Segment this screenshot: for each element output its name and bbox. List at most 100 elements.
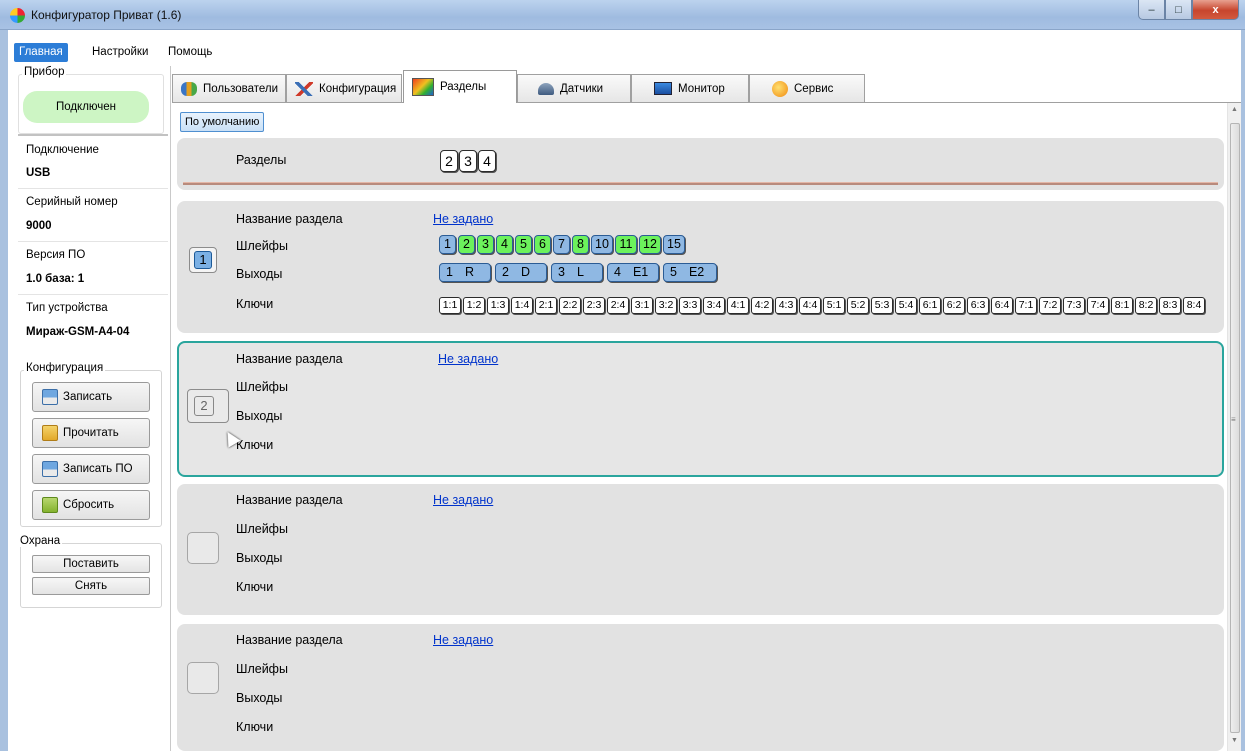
key-chip-4-4[interactable]: 4:4 [799, 297, 821, 314]
key-chip-3-3[interactable]: 3:3 [679, 297, 701, 314]
loop-chip-11[interactable]: 11 [615, 235, 637, 254]
section-toggle-2[interactable]: 2 [440, 150, 458, 172]
key-chip-4-1[interactable]: 4:1 [727, 297, 749, 314]
outputs-label: Выходы [236, 551, 283, 565]
key-chip-8-3[interactable]: 8:3 [1159, 297, 1181, 314]
menu-bar: Главная Настройки Помощь [8, 30, 1241, 64]
scroll-up-icon[interactable]: ▲ [1231, 106, 1238, 113]
tab-service[interactable]: Сервис [749, 74, 865, 102]
key-chip-5-2[interactable]: 5:2 [847, 297, 869, 314]
key-chip-4-3[interactable]: 4:3 [775, 297, 797, 314]
output-number: 2 [502, 265, 509, 279]
write-button[interactable]: Записать [32, 382, 150, 412]
output-chip-4[interactable]: 4 E1 [607, 263, 659, 282]
read-button[interactable]: Прочитать [32, 418, 150, 448]
section-panel-4: Название раздела Не задано Шлейфы Выходы… [177, 624, 1224, 751]
section-name-link[interactable]: Не задано [433, 633, 493, 647]
key-chip-6-3[interactable]: 6:3 [967, 297, 989, 314]
arm-button[interactable]: Поставить [32, 555, 150, 573]
tab-users[interactable]: Пользователи [172, 74, 286, 102]
key-chip-6-1[interactable]: 6:1 [919, 297, 941, 314]
output-chip-1[interactable]: 1R [439, 263, 491, 282]
loop-chip-3[interactable]: 3 [477, 235, 494, 254]
key-chip-8-4[interactable]: 8:4 [1183, 297, 1205, 314]
key-chip-2-2[interactable]: 2:2 [559, 297, 581, 314]
menu-main[interactable]: Главная [14, 43, 68, 62]
loop-chip-5[interactable]: 5 [515, 235, 532, 254]
divider [18, 188, 168, 189]
output-chip-5[interactable]: 5 E2 [663, 263, 717, 282]
section-panel-2[interactable]: 2 Название раздела Не задано Шлейфы Выхо… [177, 341, 1224, 477]
key-chip-3-2[interactable]: 3:2 [655, 297, 677, 314]
output-chip-2[interactable]: 2D [495, 263, 547, 282]
section-number-3[interactable] [187, 532, 219, 564]
maximize-button[interactable]: □ [1165, 0, 1192, 20]
loop-chip-1[interactable]: 1 [439, 235, 456, 254]
sections-label: Разделы [236, 153, 287, 167]
loop-chip-7[interactable]: 7 [553, 235, 570, 254]
close-button[interactable]: x [1192, 0, 1239, 20]
loop-chip-8[interactable]: 8 [572, 235, 589, 254]
key-chip-4-2[interactable]: 4:2 [751, 297, 773, 314]
output-chip-3[interactable]: 3L [551, 263, 603, 282]
key-chip-3-4[interactable]: 3:4 [703, 297, 725, 314]
key-chip-1-3[interactable]: 1:3 [487, 297, 509, 314]
section-number-1[interactable]: 1 [189, 247, 217, 273]
key-chip-7-1[interactable]: 7:1 [1015, 297, 1037, 314]
default-button[interactable]: По умолчанию [180, 112, 265, 132]
section-name-label: Название раздела [236, 493, 343, 507]
reset-button[interactable]: Сбросить [32, 490, 150, 520]
minimize-button[interactable]: – [1138, 0, 1165, 20]
scrollbar-thumb[interactable] [1230, 123, 1240, 733]
tab-configuration[interactable]: Конфигурация [286, 74, 402, 102]
loops-label: Шлейфы [236, 662, 288, 676]
loop-chip-10[interactable]: 10 [591, 235, 613, 254]
key-chip-3-1[interactable]: 3:1 [631, 297, 653, 314]
key-chip-7-3[interactable]: 7:3 [1063, 297, 1085, 314]
key-chip-5-1[interactable]: 5:1 [823, 297, 845, 314]
key-chip-7-2[interactable]: 7:2 [1039, 297, 1061, 314]
divider [18, 294, 168, 295]
divider [18, 134, 168, 136]
key-chip-8-1[interactable]: 8:1 [1111, 297, 1133, 314]
sections-header-panel: Разделы 2 3 4 [177, 138, 1224, 190]
loop-chip-6[interactable]: 6 [534, 235, 551, 254]
loop-chip-15[interactable]: 15 [663, 235, 685, 254]
loop-chip-4[interactable]: 4 [496, 235, 513, 254]
key-chip-1-1[interactable]: 1:1 [439, 297, 461, 314]
section-toggle-4[interactable]: 4 [478, 150, 496, 172]
guard-groupbox [20, 543, 162, 608]
section-name-link[interactable]: Не задано [438, 352, 498, 366]
key-chip-2-1[interactable]: 2:1 [535, 297, 557, 314]
key-chip-8-2[interactable]: 8:2 [1135, 297, 1157, 314]
tab-monitor[interactable]: Монитор [631, 74, 749, 102]
key-chip-6-2[interactable]: 6:2 [943, 297, 965, 314]
write-firmware-button[interactable]: Записать ПО [32, 454, 150, 484]
menu-help[interactable]: Помощь [163, 43, 217, 62]
tab-sensors[interactable]: Датчики [517, 74, 631, 102]
key-chip-2-4[interactable]: 2:4 [607, 297, 629, 314]
section-number-4[interactable] [187, 662, 219, 694]
loop-chip-12[interactable]: 12 [639, 235, 661, 254]
output-number: 4 [614, 265, 621, 279]
key-chip-7-4[interactable]: 7:4 [1087, 297, 1109, 314]
write-firmware-button-label: Записать ПО [63, 463, 133, 475]
section-number-2[interactable]: 2 [187, 389, 229, 423]
menu-settings[interactable]: Настройки [87, 43, 153, 62]
vertical-scrollbar[interactable]: ▲ ≡ ▼ [1227, 103, 1241, 751]
scroll-down-icon[interactable]: ▼ [1231, 737, 1238, 744]
section-name-link[interactable]: Не задано [433, 212, 493, 226]
section-toggle-3[interactable]: 3 [459, 150, 477, 172]
tab-sections[interactable]: Разделы [403, 70, 517, 103]
key-chip-5-3[interactable]: 5:3 [871, 297, 893, 314]
disarm-button[interactable]: Снять [32, 577, 150, 595]
section-name-link[interactable]: Не задано [433, 493, 493, 507]
key-chip-5-4[interactable]: 5:4 [895, 297, 917, 314]
sections-icon [412, 78, 434, 96]
key-chip-1-2[interactable]: 1:2 [463, 297, 485, 314]
output-type: R [464, 265, 474, 279]
key-chip-1-4[interactable]: 1:4 [511, 297, 533, 314]
key-chip-6-4[interactable]: 6:4 [991, 297, 1013, 314]
loop-chip-2[interactable]: 2 [458, 235, 475, 254]
key-chip-2-3[interactable]: 2:3 [583, 297, 605, 314]
